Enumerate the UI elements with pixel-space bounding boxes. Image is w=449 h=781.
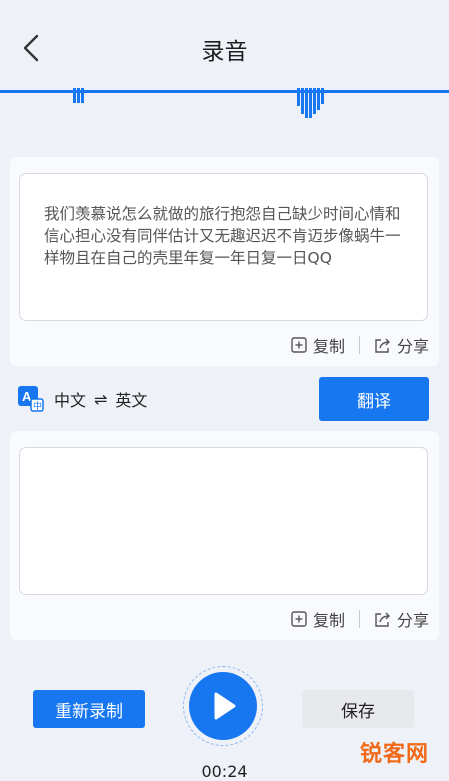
svg-text:中: 中	[33, 400, 42, 412]
source-actions: 复制 分享	[291, 333, 429, 357]
source-text-box[interactable]: 我们羡慕说怎么就做的旅行抱怨自己缺少时间心情和信心担心没有同伴估计又无趣迟迟不肯…	[19, 173, 428, 321]
translate-icon: A 中	[18, 386, 44, 412]
share-button[interactable]: 分享	[374, 607, 429, 631]
target-language[interactable]: 英文	[115, 387, 147, 411]
share-label: 分享	[396, 611, 429, 630]
target-text-box[interactable]	[19, 447, 428, 595]
watermark-logo: 锐客网	[359, 742, 429, 767]
source-text: 我们羡慕说怎么就做的旅行抱怨自己缺少时间心情和信心担心没有同伴估计又无趣迟迟不肯…	[44, 205, 401, 267]
header: 录音	[0, 0, 449, 96]
divider	[358, 610, 360, 628]
copy-icon	[291, 611, 307, 627]
language-selector[interactable]: A 中 中文 ⇌ 英文	[18, 384, 147, 414]
share-label: 分享	[396, 337, 429, 356]
translate-button[interactable]: 翻译	[319, 377, 429, 421]
divider	[358, 336, 360, 354]
copy-button[interactable]: 复制	[291, 333, 345, 357]
copy-button[interactable]: 复制	[291, 607, 345, 631]
save-button[interactable]: 保存	[302, 690, 414, 728]
share-icon	[375, 338, 390, 353]
target-card: 复制 分享	[10, 431, 439, 640]
rerecord-button[interactable]: 重新录制	[33, 690, 145, 728]
share-icon	[375, 612, 390, 627]
copy-label: 复制	[312, 611, 345, 630]
page-title: 录音	[201, 39, 248, 65]
copy-label: 复制	[312, 337, 345, 356]
swap-language-icon[interactable]: ⇌	[94, 390, 107, 409]
play-icon	[214, 692, 236, 720]
play-button[interactable]	[189, 672, 257, 740]
source-language[interactable]: 中文	[54, 387, 86, 411]
waveform	[0, 88, 449, 118]
target-actions: 复制 分享	[291, 607, 429, 631]
copy-icon	[291, 337, 307, 353]
source-card: 我们羡慕说怎么就做的旅行抱怨自己缺少时间心情和信心担心没有同伴估计又无趣迟迟不肯…	[10, 157, 439, 366]
share-button[interactable]: 分享	[374, 333, 429, 357]
